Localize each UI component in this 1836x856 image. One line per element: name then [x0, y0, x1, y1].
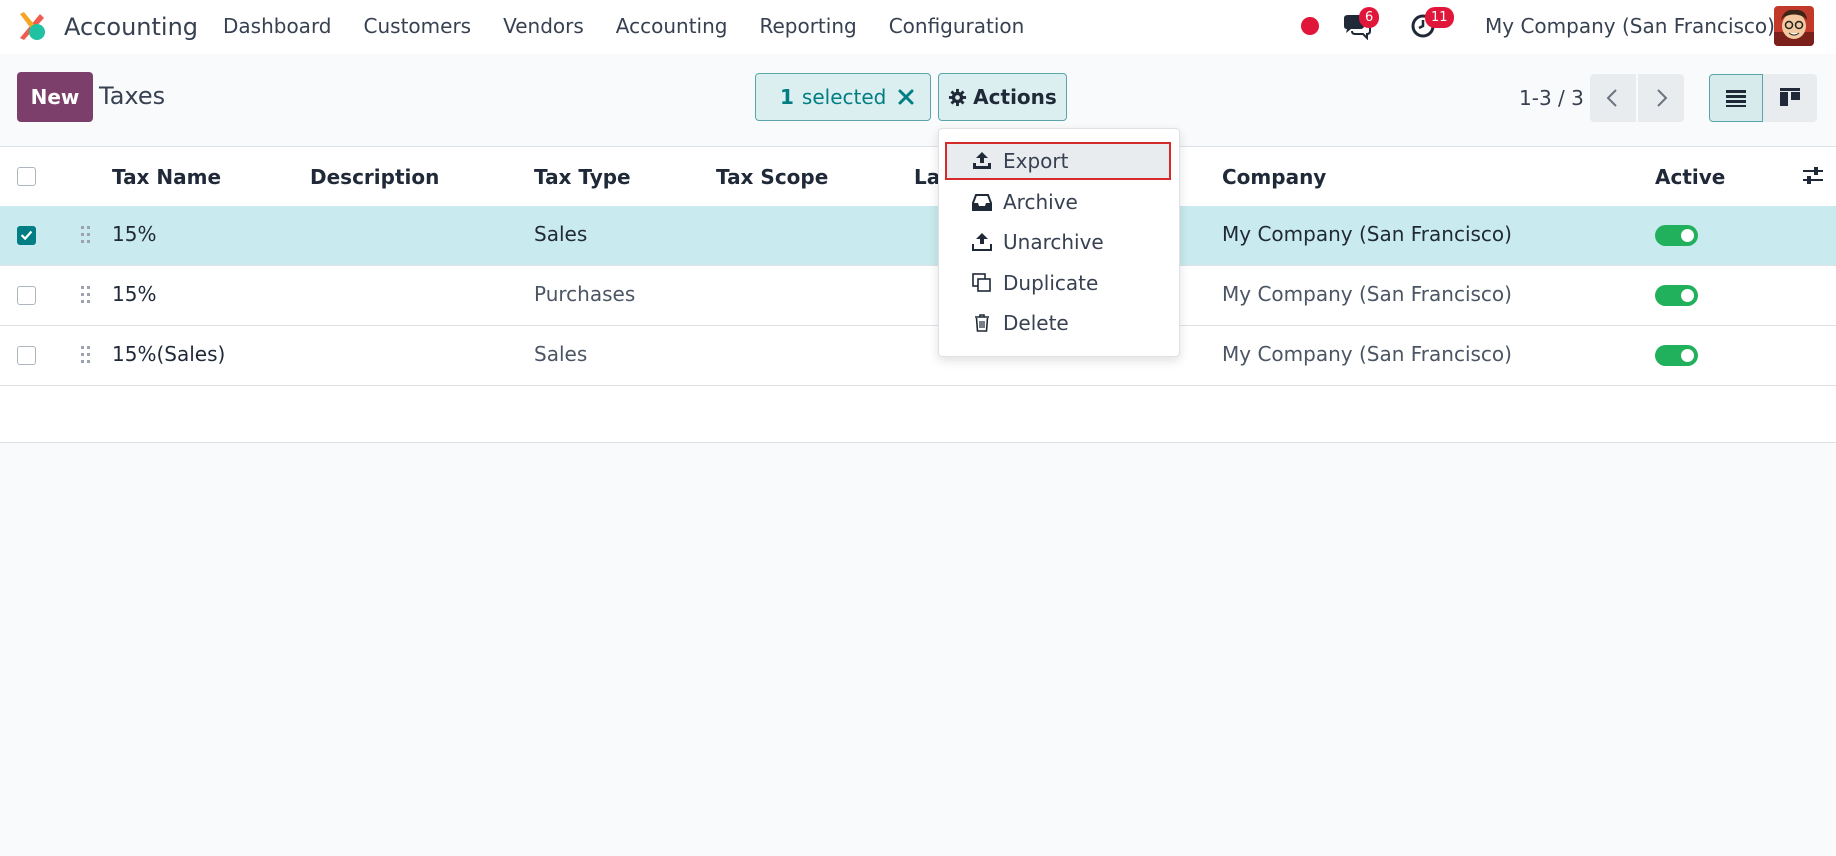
cell-tax-name: 15% [112, 222, 157, 246]
drag-handle-icon[interactable] [80, 345, 92, 365]
active-toggle[interactable] [1655, 345, 1698, 366]
messages-badge: 6 [1359, 7, 1380, 28]
inbox-icon [972, 194, 992, 211]
kanban-view-icon [1780, 88, 1800, 106]
menu-item-unarchive[interactable]: Unarchive [939, 223, 1179, 261]
optional-columns-icon[interactable] [1802, 165, 1824, 187]
activities-badge: 11 [1425, 7, 1454, 28]
table-row[interactable]: 15%(Sales) Sales My Company (San Francis… [0, 326, 1836, 386]
actions-label: Actions [973, 85, 1057, 109]
selection-indicator: 1 selected [755, 73, 931, 121]
table-row[interactable]: 15% Purchases My Company (San Francisco) [0, 266, 1836, 326]
drag-handle-icon[interactable] [80, 225, 92, 245]
kanban-view-button[interactable] [1763, 74, 1817, 122]
tax-list-table: Tax Name Description Tax Type Tax Scope … [0, 146, 1836, 443]
status-dot-icon[interactable] [1301, 17, 1319, 35]
pager-previous-button[interactable] [1590, 74, 1636, 122]
column-tax-name[interactable]: Tax Name [112, 165, 221, 189]
drag-handle-icon[interactable] [80, 285, 92, 305]
cell-company: My Company (San Francisco) [1222, 342, 1512, 366]
clear-selection-icon[interactable] [895, 86, 917, 108]
cell-tax-type: Sales [534, 222, 588, 246]
column-description[interactable]: Description [310, 165, 439, 189]
company-switcher[interactable]: My Company (San Francisco) [1485, 14, 1775, 38]
app-name[interactable]: Accounting [64, 13, 198, 41]
chevron-left-icon [1606, 89, 1617, 107]
copy-icon [972, 273, 991, 292]
menu-configuration[interactable]: Configuration [889, 14, 1025, 38]
menu-accounting[interactable]: Accounting [616, 14, 728, 38]
cell-tax-name: 15%(Sales) [112, 342, 226, 366]
menu-item-duplicate[interactable]: Duplicate [939, 264, 1179, 302]
row-checkbox[interactable] [17, 226, 36, 245]
menu-reporting[interactable]: Reporting [759, 14, 856, 38]
new-button[interactable]: New [17, 72, 93, 122]
cell-tax-name: 15% [112, 282, 157, 306]
menu-item-label: Export [1003, 149, 1069, 173]
table-row[interactable]: 15% Sales My Company (San Francisco) [0, 206, 1836, 266]
accounting-app-logo[interactable] [16, 10, 48, 42]
row-checkbox[interactable] [17, 286, 36, 305]
user-avatar[interactable] [1774, 6, 1814, 46]
actions-dropdown-menu: Export Archive Unarchive Duplicate Delet… [938, 128, 1180, 357]
selected-count: 1 [780, 85, 794, 109]
list-view-icon [1726, 90, 1746, 107]
select-all-checkbox[interactable] [17, 167, 36, 186]
column-tax-scope[interactable]: Tax Scope [716, 165, 828, 189]
menu-item-archive[interactable]: Archive [939, 183, 1179, 221]
menu-item-label: Duplicate [1003, 271, 1099, 295]
menu-dashboard[interactable]: Dashboard [223, 14, 332, 38]
trash-icon [975, 314, 989, 332]
selected-label: selected [801, 85, 887, 109]
pager-value[interactable]: 1-3 / 3 [1519, 86, 1584, 110]
cell-company: My Company (San Francisco) [1222, 222, 1512, 246]
upload-icon [973, 152, 991, 169]
active-toggle[interactable] [1655, 225, 1698, 246]
menu-item-delete[interactable]: Delete [939, 304, 1179, 342]
menu-item-label: Unarchive [1003, 230, 1104, 254]
main-menu: Dashboard Customers Vendors Accounting R… [223, 14, 1056, 38]
page-title: Taxes [99, 82, 166, 110]
actions-button[interactable]: Actions [938, 73, 1067, 121]
menu-customers[interactable]: Customers [364, 14, 472, 38]
row-checkbox[interactable] [17, 346, 36, 365]
menu-item-label: Delete [1003, 311, 1069, 335]
column-label[interactable]: La [914, 165, 940, 189]
menu-item-label: Archive [1003, 190, 1078, 214]
top-navbar: Accounting Dashboard Customers Vendors A… [0, 0, 1836, 54]
menu-item-export[interactable]: Export [945, 142, 1171, 180]
checkmark-icon [20, 230, 33, 241]
column-tax-type[interactable]: Tax Type [534, 165, 631, 189]
pager-next-button[interactable] [1638, 74, 1684, 122]
column-active[interactable]: Active [1655, 165, 1725, 189]
upload-outline-icon [972, 233, 992, 251]
cell-company: My Company (San Francisco) [1222, 282, 1512, 306]
cell-tax-type: Sales [534, 342, 588, 366]
chevron-right-icon [1657, 89, 1668, 107]
active-toggle[interactable] [1655, 285, 1698, 306]
gear-icon [949, 88, 967, 106]
menu-vendors[interactable]: Vendors [503, 14, 584, 38]
table-header: Tax Name Description Tax Type Tax Scope … [0, 147, 1836, 207]
cell-tax-type: Purchases [534, 282, 636, 306]
column-company[interactable]: Company [1222, 165, 1326, 189]
list-view-button[interactable] [1709, 74, 1763, 122]
